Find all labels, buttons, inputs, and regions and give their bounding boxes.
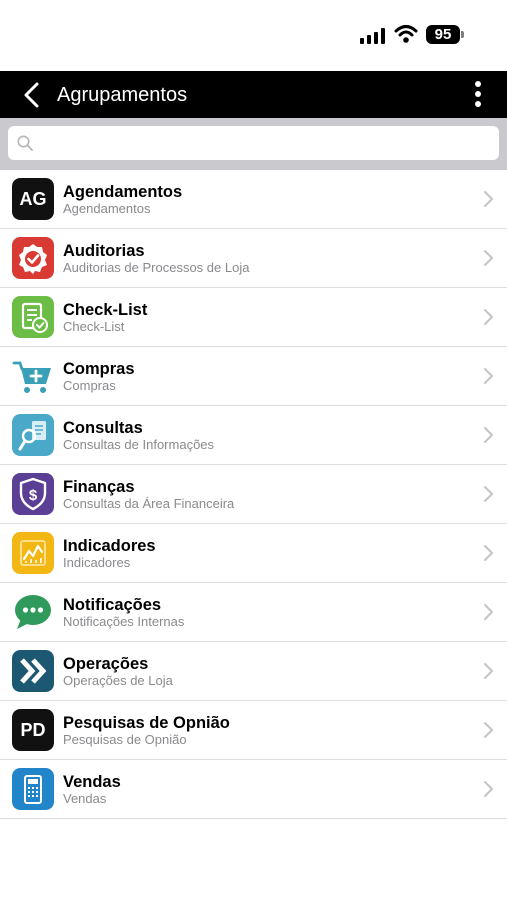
item-title: Compras bbox=[63, 360, 135, 378]
item-title: Check-List bbox=[63, 301, 148, 319]
item-title: Pesquisas de Opnião bbox=[63, 714, 230, 732]
item-subtitle: Consultas de Informações bbox=[63, 437, 215, 452]
dollar-shield-icon: $ bbox=[12, 473, 54, 515]
shopping-cart-icon bbox=[12, 355, 54, 397]
calculator-icon bbox=[12, 768, 54, 810]
item-subtitle: Indicadores bbox=[63, 555, 131, 570]
svg-text:$: $ bbox=[29, 487, 38, 504]
chevron-left-icon bbox=[24, 82, 39, 108]
chat-bubble-icon bbox=[12, 591, 54, 633]
more-options-button[interactable] bbox=[468, 78, 488, 110]
list-item-agendamentos[interactable]: AG Agendamentos Agendamentos bbox=[0, 170, 507, 229]
item-subtitle: Operações de Loja bbox=[63, 673, 173, 688]
item-subtitle: Pesquisas de Opnião bbox=[63, 732, 187, 747]
chevron-right-icon bbox=[484, 663, 493, 679]
list-item-compras[interactable]: Compras Compras bbox=[0, 347, 507, 406]
list-item-consultas[interactable]: Consultas Consultas de Informações bbox=[0, 406, 507, 465]
page-title: Agrupamentos bbox=[57, 84, 188, 106]
chevron-right-icon bbox=[484, 604, 493, 620]
item-subtitle: Consultas da Área Financeira bbox=[63, 496, 235, 511]
icon-text: AG bbox=[20, 189, 47, 209]
navigation-bar: Agrupamentos bbox=[0, 71, 507, 118]
list-item-indicadores[interactable]: Indicadores Indicadores bbox=[0, 524, 507, 583]
battery-tip bbox=[461, 31, 464, 38]
item-subtitle: Agendamentos bbox=[63, 201, 151, 216]
list-item-notificacoes[interactable]: Notificações Notificações Internas bbox=[0, 583, 507, 642]
list-item-operacoes[interactable]: Operações Operações de Loja bbox=[0, 642, 507, 701]
chevron-right-icon bbox=[484, 309, 493, 325]
item-title: Operações bbox=[63, 655, 149, 673]
indicators-chart-icon bbox=[12, 532, 54, 574]
item-title: Notificações bbox=[63, 596, 162, 614]
chevron-right-icon bbox=[484, 781, 493, 797]
item-subtitle: Check-List bbox=[63, 319, 125, 334]
cellular-signal-icon bbox=[360, 28, 386, 44]
chevron-right-icon bbox=[484, 368, 493, 384]
audit-badge-icon bbox=[12, 237, 54, 279]
fast-forward-icon bbox=[12, 650, 54, 692]
item-title: Vendas bbox=[63, 773, 121, 791]
item-subtitle: Auditorias de Processos de Loja bbox=[63, 260, 250, 275]
pd-text-icon: PD bbox=[12, 709, 54, 751]
chevron-right-icon bbox=[484, 722, 493, 738]
item-title: Auditorias bbox=[63, 242, 145, 260]
item-title: Agendamentos bbox=[63, 183, 183, 201]
wifi-icon bbox=[394, 24, 418, 44]
item-title: Consultas bbox=[63, 419, 143, 437]
list-item-pesquisas-de-opniao[interactable]: PD Pesquisas de Opnião Pesquisas de Opni… bbox=[0, 701, 507, 760]
status-bar: 95 bbox=[0, 0, 507, 71]
ag-text-icon: AG bbox=[12, 178, 54, 220]
magnifier-icon bbox=[17, 135, 33, 151]
battery-level: 95 bbox=[426, 25, 460, 44]
search-box[interactable] bbox=[8, 126, 499, 160]
item-subtitle: Compras bbox=[63, 378, 116, 393]
list-item-auditorias[interactable]: Auditorias Auditorias de Processos de Lo… bbox=[0, 229, 507, 288]
chevron-right-icon bbox=[484, 191, 493, 207]
item-subtitle: Notificações Internas bbox=[63, 614, 185, 629]
chevron-right-icon bbox=[484, 545, 493, 561]
grouping-list: AG Agendamentos Agendamentos Auditorias … bbox=[0, 170, 507, 819]
list-item-financas[interactable]: $ Finanças Consultas da Área Financeira bbox=[0, 465, 507, 524]
chevron-right-icon bbox=[484, 250, 493, 266]
chevron-right-icon bbox=[484, 486, 493, 502]
back-button[interactable] bbox=[18, 79, 48, 111]
vertical-ellipsis-icon bbox=[475, 81, 481, 87]
item-title: Indicadores bbox=[63, 537, 156, 555]
item-subtitle: Vendas bbox=[63, 791, 107, 806]
search-input[interactable] bbox=[40, 126, 490, 160]
icon-text: PD bbox=[20, 720, 45, 740]
search-document-icon bbox=[12, 414, 54, 456]
search-area bbox=[0, 118, 507, 170]
chevron-right-icon bbox=[484, 427, 493, 443]
item-title: Finanças bbox=[63, 478, 135, 496]
list-item-check-list[interactable]: Check-List Check-List bbox=[0, 288, 507, 347]
checklist-icon bbox=[12, 296, 54, 338]
list-item-vendas[interactable]: Vendas Vendas bbox=[0, 760, 507, 819]
